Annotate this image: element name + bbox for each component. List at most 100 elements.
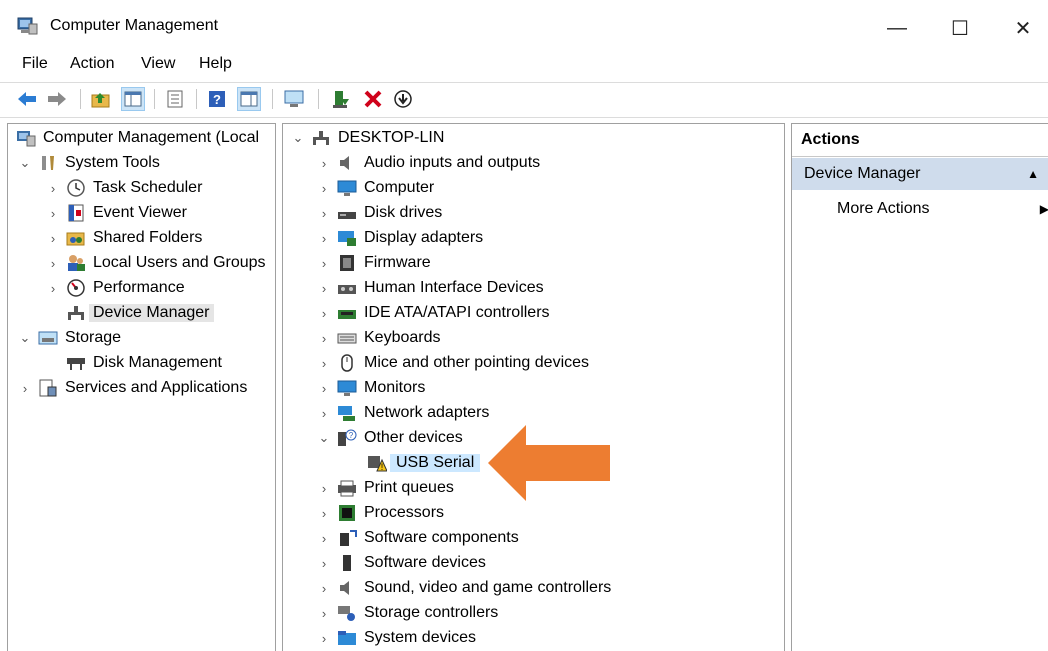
menu-view[interactable]: View [141,55,175,73]
maximize-icon: ☐ [951,17,969,40]
chevron-down-icon[interactable]: ⌄ [18,155,32,171]
chevron-down-icon[interactable]: ⌄ [291,130,305,146]
chevron-right-icon[interactable]: › [317,156,331,171]
device-manager-label: Device Manager [89,304,214,322]
device-category[interactable]: › Monitors [317,376,425,400]
maximize-button[interactable]: ☐ [930,8,990,48]
storage-controller-icon [337,604,357,622]
tree-root[interactable]: Computer Management (Local [16,126,259,150]
tree-local-users[interactable]: › Local Users and Groups [46,251,266,275]
processor-icon [337,504,357,522]
device-label: Monitors [364,379,426,396]
help-button[interactable]: ? [206,88,228,110]
chevron-right-icon[interactable]: › [317,506,331,521]
event-viewer-icon [66,204,86,222]
device-category[interactable]: › Disk drives [317,201,442,225]
device-category[interactable]: ⌄? Other devices [317,426,463,450]
device-category[interactable]: › Storage controllers [317,601,498,625]
tree-performance[interactable]: › Performance [46,276,185,300]
tree-device-manager[interactable]: Device Manager [46,301,214,325]
chevron-right-icon[interactable]: › [46,281,60,296]
chevron-right-icon[interactable]: › [317,606,331,621]
red-x-icon [364,90,382,108]
tree-label: Storage [65,329,122,346]
chevron-right-icon[interactable]: › [317,581,331,596]
properties-button[interactable] [164,88,186,110]
tree-root-label: Computer Management (Local [43,129,260,146]
device-category[interactable]: › Keyboards [317,326,441,350]
chevron-right-icon[interactable]: › [317,556,331,571]
chevron-right-icon[interactable]: › [317,256,331,271]
device-category[interactable]: › Human Interface Devices [317,276,544,300]
menu-help[interactable]: Help [199,55,232,73]
device-category[interactable]: › Firmware [317,251,431,275]
chevron-right-icon[interactable]: › [317,531,331,546]
tree-shared-folders[interactable]: › Shared Folders [46,226,203,250]
chevron-right-icon[interactable]: › [317,231,331,246]
menu-action[interactable]: Action [70,55,114,73]
actions-pane: Actions Device Manager ▲ More Actions ▶ [791,123,1048,651]
collapse-up-icon[interactable]: ▲ [1027,167,1039,181]
chevron-right-icon[interactable]: › [317,181,331,196]
close-button[interactable]: ✕ [993,8,1048,48]
menu-file[interactable]: File [22,55,48,73]
device-category[interactable]: › Audio inputs and outputs [317,151,540,175]
enable-device-button[interactable] [392,88,414,110]
chevron-right-icon[interactable]: › [18,381,32,396]
device-label: Software devices [364,554,486,571]
tree-system-tools[interactable]: ⌄ System Tools [18,151,160,175]
device-category[interactable]: › Network adapters [317,401,489,425]
device-label: System devices [364,629,477,646]
show-action-pane-button[interactable] [237,87,261,111]
chevron-right-icon[interactable]: › [46,256,60,271]
update-driver-icon [333,91,349,108]
chevron-right-icon[interactable]: › [317,481,331,496]
device-category[interactable]: › System devices [317,626,476,650]
chevron-right-icon[interactable]: › [317,356,331,371]
chevron-right-icon[interactable]: › [317,331,331,346]
device-category[interactable]: › Display adapters [317,226,483,250]
chevron-right-icon[interactable]: › [317,281,331,296]
device-category[interactable]: › Processors [317,501,444,525]
actions-section-device-manager[interactable]: Device Manager ▲ [792,158,1048,190]
forward-button[interactable] [46,88,68,110]
minimize-button[interactable]: — [867,8,927,48]
device-category[interactable]: › Software devices [317,551,486,575]
chevron-right-icon[interactable]: › [317,406,331,421]
update-driver-button[interactable] [330,88,352,110]
tree-event-viewer[interactable]: › Event Viewer [46,201,187,225]
chevron-right-icon[interactable]: › [317,381,331,396]
device-category[interactable]: › Mice and other pointing devices [317,351,589,375]
device-category[interactable]: › Computer [317,176,434,200]
device-tree-root[interactable]: ⌄ DESKTOP-LIN [291,126,445,150]
uninstall-device-button[interactable] [362,88,384,110]
chevron-right-icon[interactable]: › [46,206,60,221]
tree-storage[interactable]: ⌄ Storage [18,326,122,350]
more-actions-item[interactable]: More Actions ▶ [837,200,1048,218]
chevron-right-icon[interactable]: › [317,206,331,221]
chevron-right-icon[interactable]: › [46,231,60,246]
scan-hardware-button[interactable] [284,88,306,110]
device-category[interactable]: › Sound, video and game controllers [317,576,611,600]
chevron-right-icon[interactable]: › [317,631,331,646]
device-label: Sound, video and game controllers [364,579,612,596]
speaker-icon [337,579,357,597]
device-category[interactable]: › Software components [317,526,519,550]
tree-task-scheduler[interactable]: › Task Scheduler [46,176,202,200]
device-category[interactable]: › Print queues [317,476,454,500]
chevron-down-icon[interactable]: ⌄ [18,330,32,346]
chevron-right-icon[interactable]: › [46,181,60,196]
device-category[interactable]: › IDE ATA/ATAPI controllers [317,301,550,325]
device-label: Other devices [364,429,463,446]
tree-label: System Tools [65,154,160,171]
device-usb-serial[interactable]: ! USB Serial [367,451,481,475]
chevron-down-icon[interactable]: ⌄ [317,430,331,446]
console-tree-pane: Computer Management (Local ⌄ System Tool… [7,123,276,651]
tree-services[interactable]: › Services and Applications [18,376,247,400]
show-hide-tree-button[interactable] [121,87,145,111]
ide-controller-icon [337,304,357,322]
tree-disk-management[interactable]: Disk Management [46,351,222,375]
chevron-right-icon[interactable]: › [317,306,331,321]
up-folder-button[interactable] [90,88,112,110]
back-button[interactable] [16,88,38,110]
